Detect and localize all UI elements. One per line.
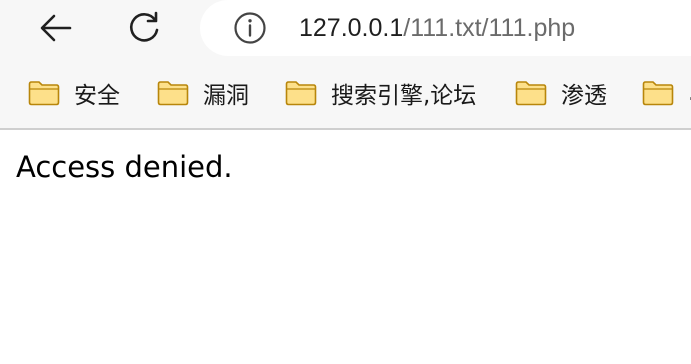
bookmark-label: 搜索引擎,论坛: [331, 83, 477, 109]
bookmark-folder-search-forums[interactable]: 搜索引擎,论坛: [285, 76, 476, 110]
site-info-icon[interactable]: [232, 10, 268, 46]
folder-icon: [515, 81, 547, 106]
back-arrow-icon: [40, 14, 72, 42]
bookmark-folder-pentest[interactable]: 渗透: [515, 76, 607, 110]
browser-toolbar: 127.0.0.1/111.txt/111.php: [0, 0, 691, 58]
address-bar[interactable]: 127.0.0.1/111.txt/111.php: [200, 0, 691, 56]
bookmark-label: 渗透: [561, 83, 607, 109]
folder-icon: [157, 81, 189, 106]
url-host: 127.0.0.1: [299, 14, 404, 42]
page-content: Access denied.: [0, 130, 691, 364]
folder-icon: [642, 81, 674, 106]
url-text[interactable]: 127.0.0.1/111.txt/111.php: [299, 13, 575, 43]
bookmark-label: 漏洞: [203, 83, 249, 109]
reload-icon: [129, 11, 159, 42]
bookmark-folder-security[interactable]: 安全: [28, 76, 120, 110]
bookmarks-bar: 安全 漏洞 搜索引擎,论坛 渗透 ...: [0, 58, 691, 130]
bookmark-folder-more[interactable]: ...: [642, 76, 691, 110]
bookmark-folder-vulnerabilities[interactable]: 漏洞: [157, 76, 249, 110]
back-button[interactable]: [34, 6, 78, 50]
reload-button[interactable]: [122, 6, 166, 50]
folder-icon: [28, 81, 60, 106]
access-denied-message: Access denied.: [16, 150, 233, 184]
url-path: /111.txt/111.php: [403, 14, 576, 42]
folder-icon: [285, 81, 317, 106]
bookmark-label: 安全: [74, 83, 120, 109]
